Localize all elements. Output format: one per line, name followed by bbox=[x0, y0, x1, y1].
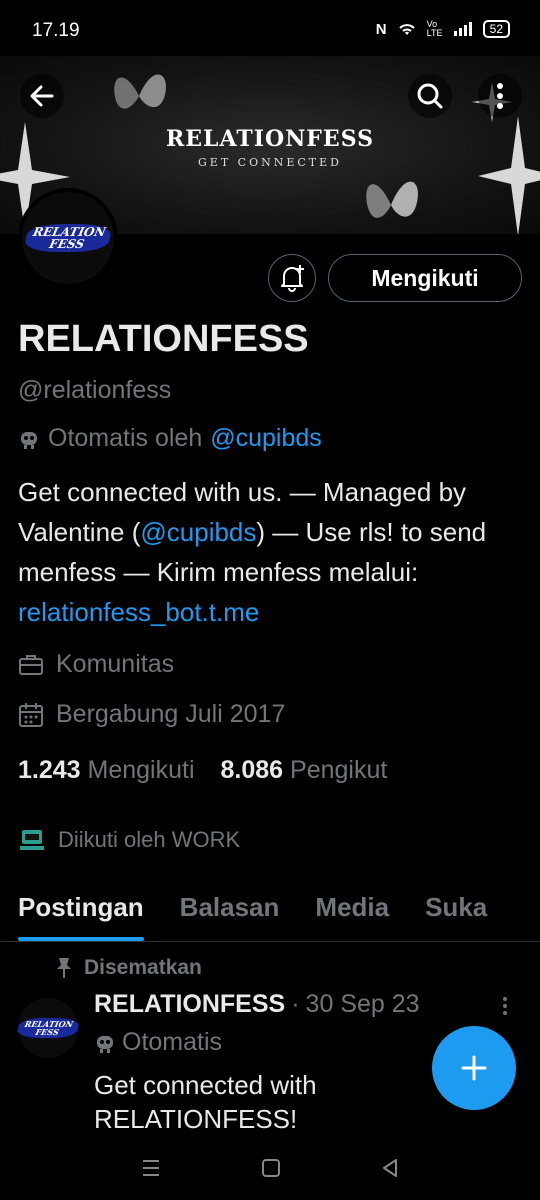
profile-tabs: Postingan Balasan Media Suka bbox=[0, 880, 540, 942]
post-automated-text: Otomatis bbox=[122, 1028, 223, 1056]
tab-posts[interactable]: Postingan bbox=[0, 880, 162, 941]
status-bar: 17.19 N Vo LTE 52 bbox=[0, 0, 540, 56]
post-avatar[interactable]: RELATION FESS bbox=[15, 998, 81, 1058]
system-nav-bar bbox=[0, 1136, 540, 1200]
tab-media[interactable]: Media bbox=[297, 880, 407, 941]
banner-subtitle: GET CONNECTED bbox=[198, 156, 342, 169]
status-icons: N Vo LTE 52 bbox=[376, 20, 510, 38]
post-text[interactable]: Get connected with RELATIONFESS! bbox=[94, 1068, 414, 1136]
post-separator: · bbox=[291, 990, 300, 1018]
arrow-left-icon bbox=[30, 85, 54, 107]
more-vertical-icon bbox=[503, 997, 507, 1015]
pinned-label: Disematkan bbox=[84, 956, 202, 979]
followed-by-row[interactable]: Diikuti oleh WORK bbox=[18, 826, 240, 854]
automated-prefix: Otomatis oleh bbox=[48, 424, 203, 452]
plus-icon bbox=[461, 1055, 487, 1081]
robot-icon bbox=[97, 1035, 113, 1053]
joined-label: Bergabung Juli 2017 bbox=[56, 700, 286, 728]
post-date[interactable]: 30 Sep 23 bbox=[306, 990, 420, 1019]
battery-indicator: 52 bbox=[482, 20, 510, 38]
notification-bell-button[interactable] bbox=[268, 254, 316, 302]
follower-avatar-icon bbox=[20, 830, 44, 850]
following-label: Mengikuti bbox=[87, 756, 195, 784]
search-icon bbox=[417, 83, 443, 109]
search-button[interactable] bbox=[408, 74, 452, 118]
automated-by-link[interactable]: @cupibds bbox=[210, 424, 322, 453]
followers-count: 8.086 bbox=[220, 756, 284, 784]
signal-icon bbox=[453, 22, 472, 36]
wifi-icon bbox=[398, 24, 415, 35]
butterfly-right-icon bbox=[366, 181, 418, 218]
tab-replies[interactable]: Balasan bbox=[162, 880, 298, 941]
avatar: RELATION FESS bbox=[22, 192, 114, 284]
category-label: Komunitas bbox=[56, 650, 175, 678]
back-nav-icon[interactable] bbox=[380, 1158, 400, 1178]
robot-icon bbox=[21, 431, 37, 449]
tab-likes[interactable]: Suka bbox=[407, 880, 505, 941]
compose-fab-button[interactable] bbox=[432, 1026, 516, 1110]
back-button[interactable] bbox=[20, 74, 64, 118]
joined-row: Bergabung Juli 2017 bbox=[18, 700, 285, 729]
post-more-button[interactable] bbox=[502, 996, 508, 1022]
banner-title: RELATIONFESS bbox=[165, 126, 374, 152]
follow-stats: 1.243 Mengikuti 8.086 Pengikut bbox=[18, 756, 387, 785]
post-author[interactable]: RELATIONFESS bbox=[94, 990, 285, 1019]
category-row: Komunitas bbox=[18, 650, 174, 679]
display-name: RELATIONFESS bbox=[18, 318, 309, 360]
avatar-logo: RELATION FESS bbox=[22, 224, 114, 252]
following-count: 1.243 bbox=[18, 756, 81, 784]
pinned-indicator: Disematkan bbox=[56, 956, 202, 980]
bio-url-link[interactable]: relationfess_bot.t.me bbox=[18, 597, 259, 627]
network-label: Vo LTE bbox=[426, 19, 443, 38]
followed-by-label: Diikuti oleh WORK bbox=[58, 827, 241, 852]
following-stat[interactable]: 1.243 Mengikuti bbox=[18, 756, 195, 785]
automated-label: Otomatis oleh @cupibds bbox=[18, 424, 322, 453]
profile-avatar[interactable]: RELATION FESS bbox=[18, 188, 118, 288]
post-header: RELATIONFESS · 30 Sep 23 bbox=[94, 990, 420, 1019]
nfc-icon: N bbox=[375, 20, 387, 38]
followers-label: Pengikut bbox=[290, 756, 388, 784]
briefcase-icon bbox=[19, 654, 43, 675]
more-vertical-icon bbox=[497, 83, 503, 109]
pin-icon bbox=[57, 958, 71, 978]
post-avatar-logo: RELATION FESS bbox=[15, 1018, 81, 1038]
handle: @relationfess bbox=[18, 376, 172, 404]
following-button[interactable]: Mengikuti bbox=[328, 254, 522, 302]
post-automated-label: Otomatis bbox=[94, 1028, 222, 1057]
recents-icon[interactable] bbox=[140, 1158, 162, 1178]
bell-plus-icon bbox=[281, 265, 304, 292]
butterfly-left-icon bbox=[114, 74, 166, 109]
bio: Get connected with us. — Managed by Vale… bbox=[18, 472, 528, 632]
post-avatar-text-line2: FESS bbox=[34, 1027, 60, 1037]
status-time: 17.19 bbox=[32, 20, 80, 41]
calendar-icon bbox=[19, 702, 43, 727]
bio-mention-link[interactable]: @cupibds bbox=[140, 517, 256, 547]
followers-stat[interactable]: 8.086 Pengikut bbox=[221, 756, 388, 785]
more-button[interactable] bbox=[478, 74, 522, 118]
home-icon[interactable] bbox=[261, 1158, 281, 1178]
avatar-text-line2: FESS bbox=[47, 237, 86, 251]
